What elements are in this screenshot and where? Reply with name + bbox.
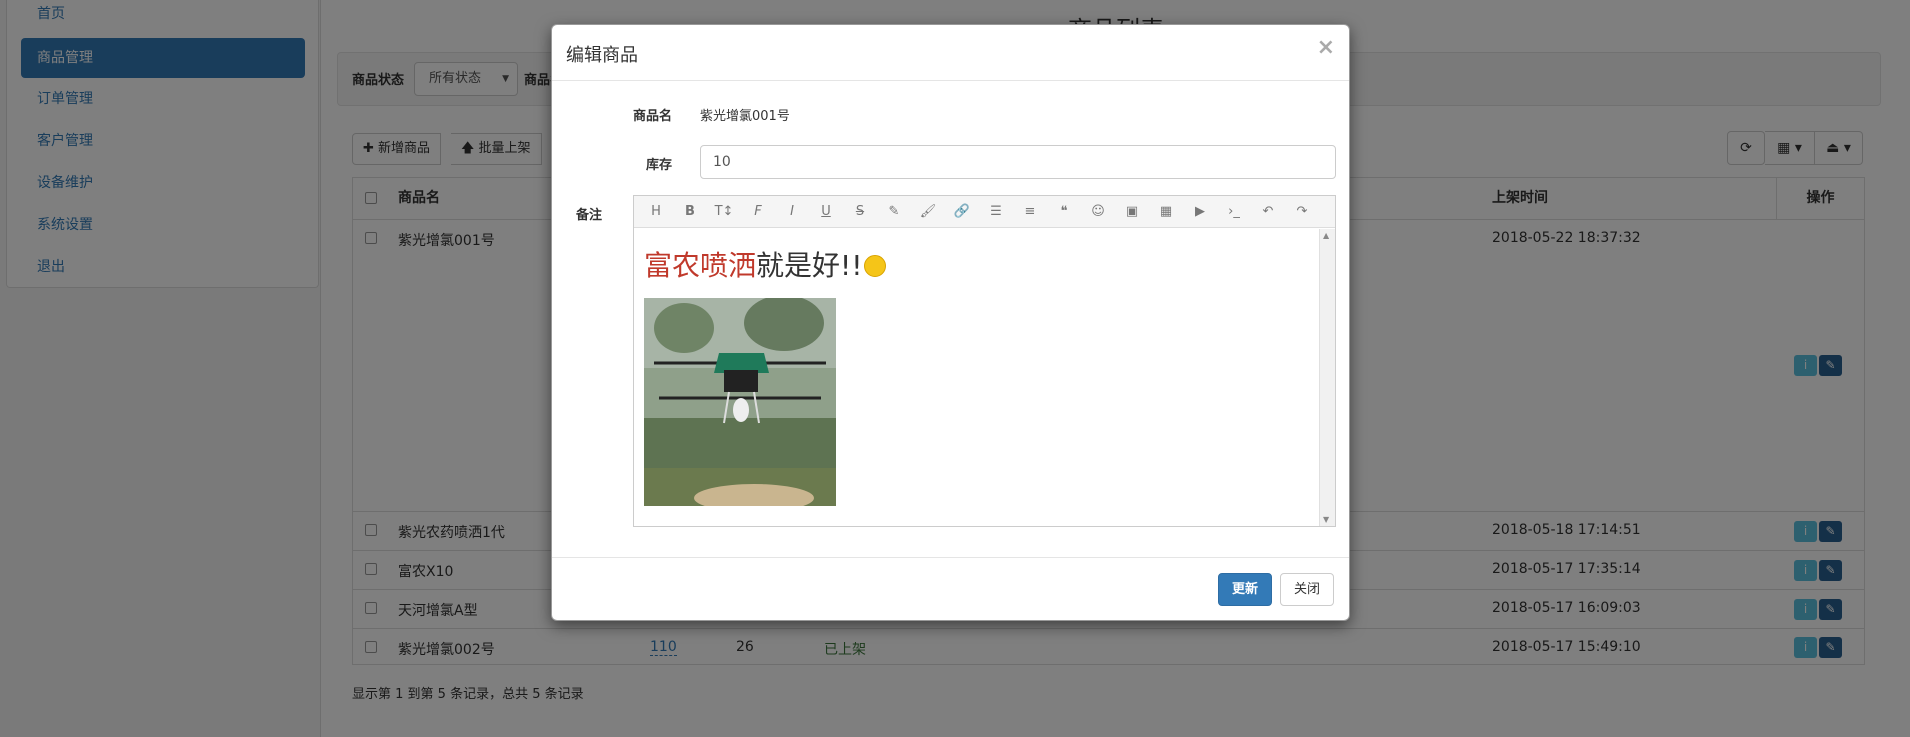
rich-text-editor[interactable]: H B T↕ F I U S ✎ 🖌 🔗 ☰ ≡ ❝ ☺ ▣ ▦ ▶ ›_ ↶ … bbox=[633, 195, 1336, 527]
font-size-icon[interactable]: T↕ bbox=[714, 202, 734, 222]
undo-icon[interactable]: ↶ bbox=[1258, 202, 1278, 222]
app-root: 首页 商品管理 订单管理 客户管理 设备维护 系统设置 退出 商品列表 商品状态… bbox=[0, 0, 1910, 737]
emoji-icon[interactable]: ☺ bbox=[1088, 202, 1108, 222]
smile-emoji-icon bbox=[864, 255, 887, 277]
editor-toolbar: H B T↕ F I U S ✎ 🖌 🔗 ☰ ≡ ❝ ☺ ▣ ▦ ▶ ›_ ↶ … bbox=[634, 196, 1335, 228]
close-button[interactable]: 关闭 bbox=[1280, 573, 1334, 606]
heading-icon[interactable]: H bbox=[646, 202, 666, 222]
scroll-down-icon[interactable]: ▼ bbox=[1323, 515, 1329, 524]
editor-red-text: 富农喷洒 bbox=[644, 249, 757, 282]
underline-icon[interactable]: U bbox=[816, 202, 836, 222]
quote-icon[interactable]: ❝ bbox=[1054, 202, 1074, 222]
list-icon[interactable]: ☰ bbox=[986, 202, 1006, 222]
link-icon[interactable]: 🔗 bbox=[952, 202, 972, 222]
modal-title: 编辑商品 bbox=[566, 45, 638, 66]
scroll-up-icon[interactable]: ▲ bbox=[1323, 231, 1329, 240]
update-button[interactable]: 更新 bbox=[1218, 573, 1272, 606]
code-icon[interactable]: ›_ bbox=[1224, 202, 1244, 222]
edit-product-modal: 编辑商品 × 商品名 紫光增氯001号 库存 10 备注 H B T↕ F I … bbox=[551, 24, 1350, 621]
stock-input[interactable]: 10 bbox=[700, 145, 1336, 179]
name-value: 紫光增氯001号 bbox=[700, 109, 790, 124]
close-icon[interactable]: × bbox=[1317, 35, 1335, 60]
align-icon[interactable]: ≡ bbox=[1020, 202, 1040, 222]
bold-icon[interactable]: B bbox=[680, 202, 700, 222]
editor-plain-text: 就是好!! bbox=[756, 249, 863, 282]
editor-scrollbar[interactable]: ▲ ▼ bbox=[1319, 229, 1335, 526]
redo-icon[interactable]: ↷ bbox=[1292, 202, 1312, 222]
eraser-icon[interactable]: ✎ bbox=[884, 202, 904, 222]
modal-footer: 更新 关闭 bbox=[552, 557, 1349, 620]
note-label: 备注 bbox=[575, 208, 602, 223]
image-icon[interactable]: ▣ bbox=[1122, 202, 1142, 222]
italic-icon[interactable]: I bbox=[782, 202, 802, 222]
modal-header: 编辑商品 × bbox=[552, 25, 1349, 81]
stock-label: 库存 bbox=[645, 158, 672, 173]
drone-photo bbox=[644, 298, 836, 506]
editor-content[interactable]: 富农喷洒就是好!! ▲ ▼ bbox=[634, 229, 1335, 526]
table-icon[interactable]: ▦ bbox=[1156, 202, 1176, 222]
name-label: 商品名 bbox=[632, 109, 672, 124]
strikethrough-icon[interactable]: S bbox=[850, 202, 870, 222]
brush-icon[interactable]: 🖌 bbox=[918, 202, 938, 222]
video-icon[interactable]: ▶ bbox=[1190, 202, 1210, 222]
editor-text: 富农喷洒就是好!! bbox=[644, 244, 887, 284]
font-family-icon[interactable]: F bbox=[748, 202, 768, 222]
